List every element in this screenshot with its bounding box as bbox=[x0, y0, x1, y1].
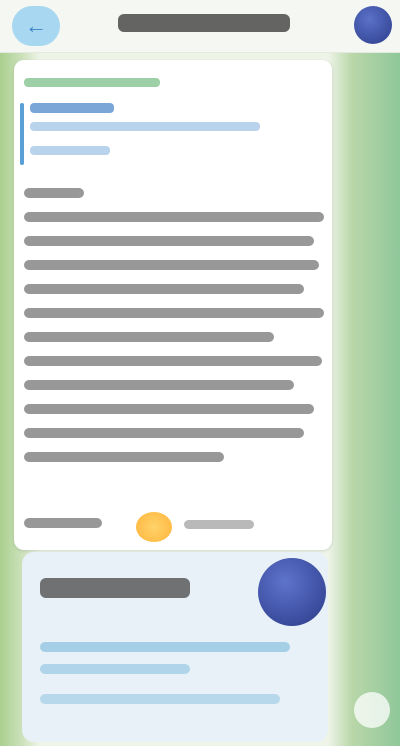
back-button[interactable]: ← bbox=[12, 6, 60, 46]
back-icon: ← bbox=[25, 13, 47, 38]
reply-text-line bbox=[30, 146, 110, 155]
channel-avatar[interactable] bbox=[354, 6, 392, 44]
text-line bbox=[24, 428, 304, 438]
text-line bbox=[24, 404, 314, 414]
forwarded-from-label[interactable] bbox=[24, 78, 160, 87]
text-line bbox=[24, 284, 304, 294]
text-line bbox=[24, 260, 319, 270]
chat-header: ← bbox=[0, 0, 400, 53]
message-text bbox=[24, 188, 324, 476]
scroll-down-button[interactable] bbox=[354, 692, 390, 728]
text-line bbox=[24, 452, 224, 462]
text-line bbox=[24, 188, 84, 198]
text-line bbox=[24, 332, 274, 342]
preview-text bbox=[40, 664, 190, 674]
text-line bbox=[24, 308, 324, 318]
text-line bbox=[24, 236, 314, 246]
preview-text bbox=[40, 694, 280, 704]
reply-quote-bar bbox=[20, 103, 24, 165]
text-line bbox=[24, 518, 102, 528]
preview-text bbox=[40, 642, 290, 652]
text-line bbox=[24, 212, 324, 222]
reply-text-line bbox=[30, 122, 260, 131]
reply-author[interactable] bbox=[30, 103, 114, 113]
reaction-row bbox=[24, 510, 254, 542]
emoji-icon[interactable] bbox=[136, 512, 172, 542]
text-line bbox=[184, 520, 254, 529]
text-line bbox=[24, 380, 294, 390]
chat-title[interactable] bbox=[118, 14, 290, 32]
text-line bbox=[24, 356, 322, 366]
preview-avatar[interactable] bbox=[258, 558, 326, 626]
preview-title bbox=[40, 578, 190, 598]
